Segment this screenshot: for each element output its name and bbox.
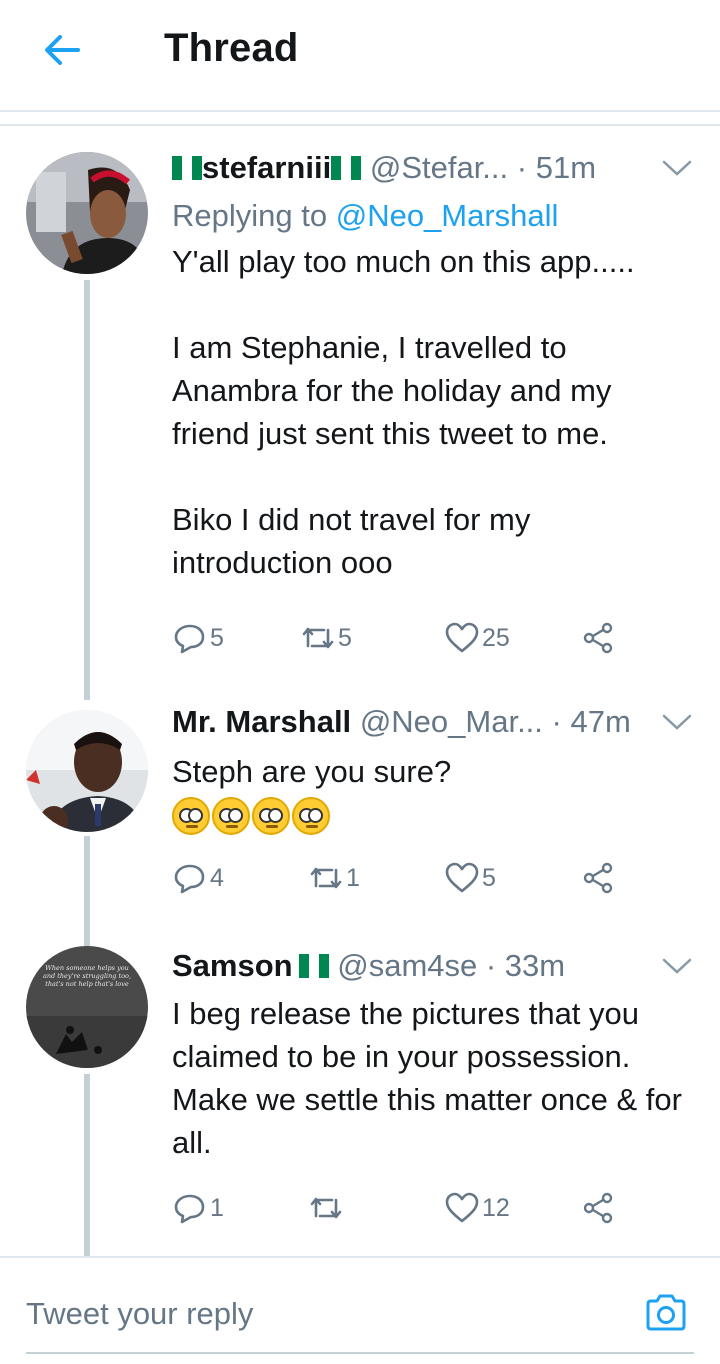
avatar[interactable] (26, 152, 148, 274)
chevron-down-icon[interactable] (660, 154, 694, 180)
reply-count: 4 (210, 863, 224, 892)
face-with-rolling-eyes-icon (172, 797, 210, 835)
share-button[interactable] (580, 856, 616, 900)
retweet-button[interactable]: 5 (300, 616, 352, 660)
face-with-rolling-eyes-icon (252, 797, 290, 835)
retweet-icon (302, 627, 334, 649)
tweet-actions: 4 1 5 (172, 856, 632, 900)
camera-icon (646, 1294, 686, 1331)
thread-connector (84, 836, 90, 946)
nigeria-flag-icon (172, 152, 202, 180)
camera-button[interactable] (642, 1288, 690, 1336)
retweet-icon (310, 867, 342, 889)
reply-icon (174, 624, 205, 654)
reply-count: 5 (210, 623, 224, 652)
author-name[interactable]: Mr. Marshall (172, 704, 351, 739)
heart-icon (445, 862, 479, 893)
reply-button[interactable]: 1 (172, 1186, 224, 1230)
tweet-header: Mr. Marshall @Neo_Mar... · 47m (172, 704, 694, 744)
nigeria-flag-icon (331, 152, 362, 180)
retweet-icon (310, 1197, 342, 1219)
thread-connector (84, 280, 90, 700)
tweet-actions: 1 12 (172, 1186, 632, 1230)
thread-connector (84, 1074, 90, 1256)
share-button[interactable] (580, 616, 616, 660)
like-count: 5 (482, 863, 496, 892)
like-button[interactable]: 25 (444, 616, 510, 660)
tweet-text: Y'all play too much on this app..... I a… (172, 244, 635, 580)
author-handle[interactable]: @Stefar... (370, 150, 508, 185)
share-icon (583, 862, 613, 894)
chevron-down-icon[interactable] (660, 952, 694, 978)
tweet-text: Steph are you sure? (172, 754, 452, 789)
page-title: Thread (164, 26, 299, 70)
like-count: 12 (482, 1193, 510, 1222)
avatar-photo (26, 152, 148, 274)
tweet-time: · 33m (485, 948, 566, 983)
reply-icon (174, 1194, 205, 1224)
tweet-header: stefarniii @Stefar... · 51m (172, 150, 694, 190)
avatar[interactable]: When someone helps you and they're strug… (26, 946, 148, 1068)
header-divider (0, 124, 720, 126)
nigeria-flag-icon (298, 950, 329, 978)
chevron-down-icon[interactable] (660, 708, 694, 734)
author-handle[interactable]: @Neo_Mar... (360, 704, 543, 739)
reply-icon (174, 864, 205, 894)
author-handle[interactable]: @sam4se (337, 948, 477, 983)
reply-input[interactable]: Tweet your reply (26, 1296, 586, 1336)
mention-link[interactable]: @Neo_Marshall (336, 198, 559, 233)
tweet-time: · 47m (551, 704, 631, 739)
face-with-rolling-eyes-icon (212, 797, 250, 835)
reply-count: 1 (210, 1193, 224, 1222)
tweet-text: I beg release the pictures that you clai… (172, 996, 682, 1160)
heart-icon (445, 622, 479, 653)
reply-button[interactable]: 4 (172, 856, 224, 900)
like-button[interactable]: 12 (444, 1186, 510, 1230)
back-button[interactable] (38, 26, 86, 74)
share-button[interactable] (580, 1186, 616, 1230)
reply-input-underline (26, 1352, 694, 1354)
retweet-count: 1 (346, 863, 360, 892)
author-name[interactable]: Samson (172, 948, 293, 983)
like-count: 25 (482, 623, 510, 652)
replying-to: Replying to @Neo_Marshall (172, 198, 694, 234)
share-icon (583, 1192, 613, 1224)
top-bar: Thread (0, 0, 720, 112)
arrow-left-icon (45, 35, 80, 65)
reply-button[interactable]: 5 (172, 616, 224, 660)
avatar-quote-text: When someone helps you and they're strug… (42, 964, 132, 988)
author-name[interactable]: stefarniii (202, 150, 331, 185)
tweet-actions: 5 5 25 (172, 616, 632, 660)
retweet-button[interactable] (308, 1186, 346, 1230)
heart-icon (445, 1192, 479, 1223)
face-with-rolling-eyes-icon (292, 797, 330, 835)
tweet-time: · 51m (516, 150, 597, 185)
replying-label: Replying to (172, 198, 336, 233)
emoji-row (172, 797, 694, 839)
tweet-header: Samson @sam4se · 33m (172, 948, 694, 988)
like-button[interactable]: 5 (444, 856, 496, 900)
retweet-count: 5 (338, 623, 352, 652)
reply-composer: Tweet your reply (0, 1256, 720, 1364)
retweet-button[interactable]: 1 (308, 856, 360, 900)
share-icon (583, 622, 613, 654)
avatar-photo (26, 710, 148, 832)
avatar[interactable] (26, 710, 148, 832)
